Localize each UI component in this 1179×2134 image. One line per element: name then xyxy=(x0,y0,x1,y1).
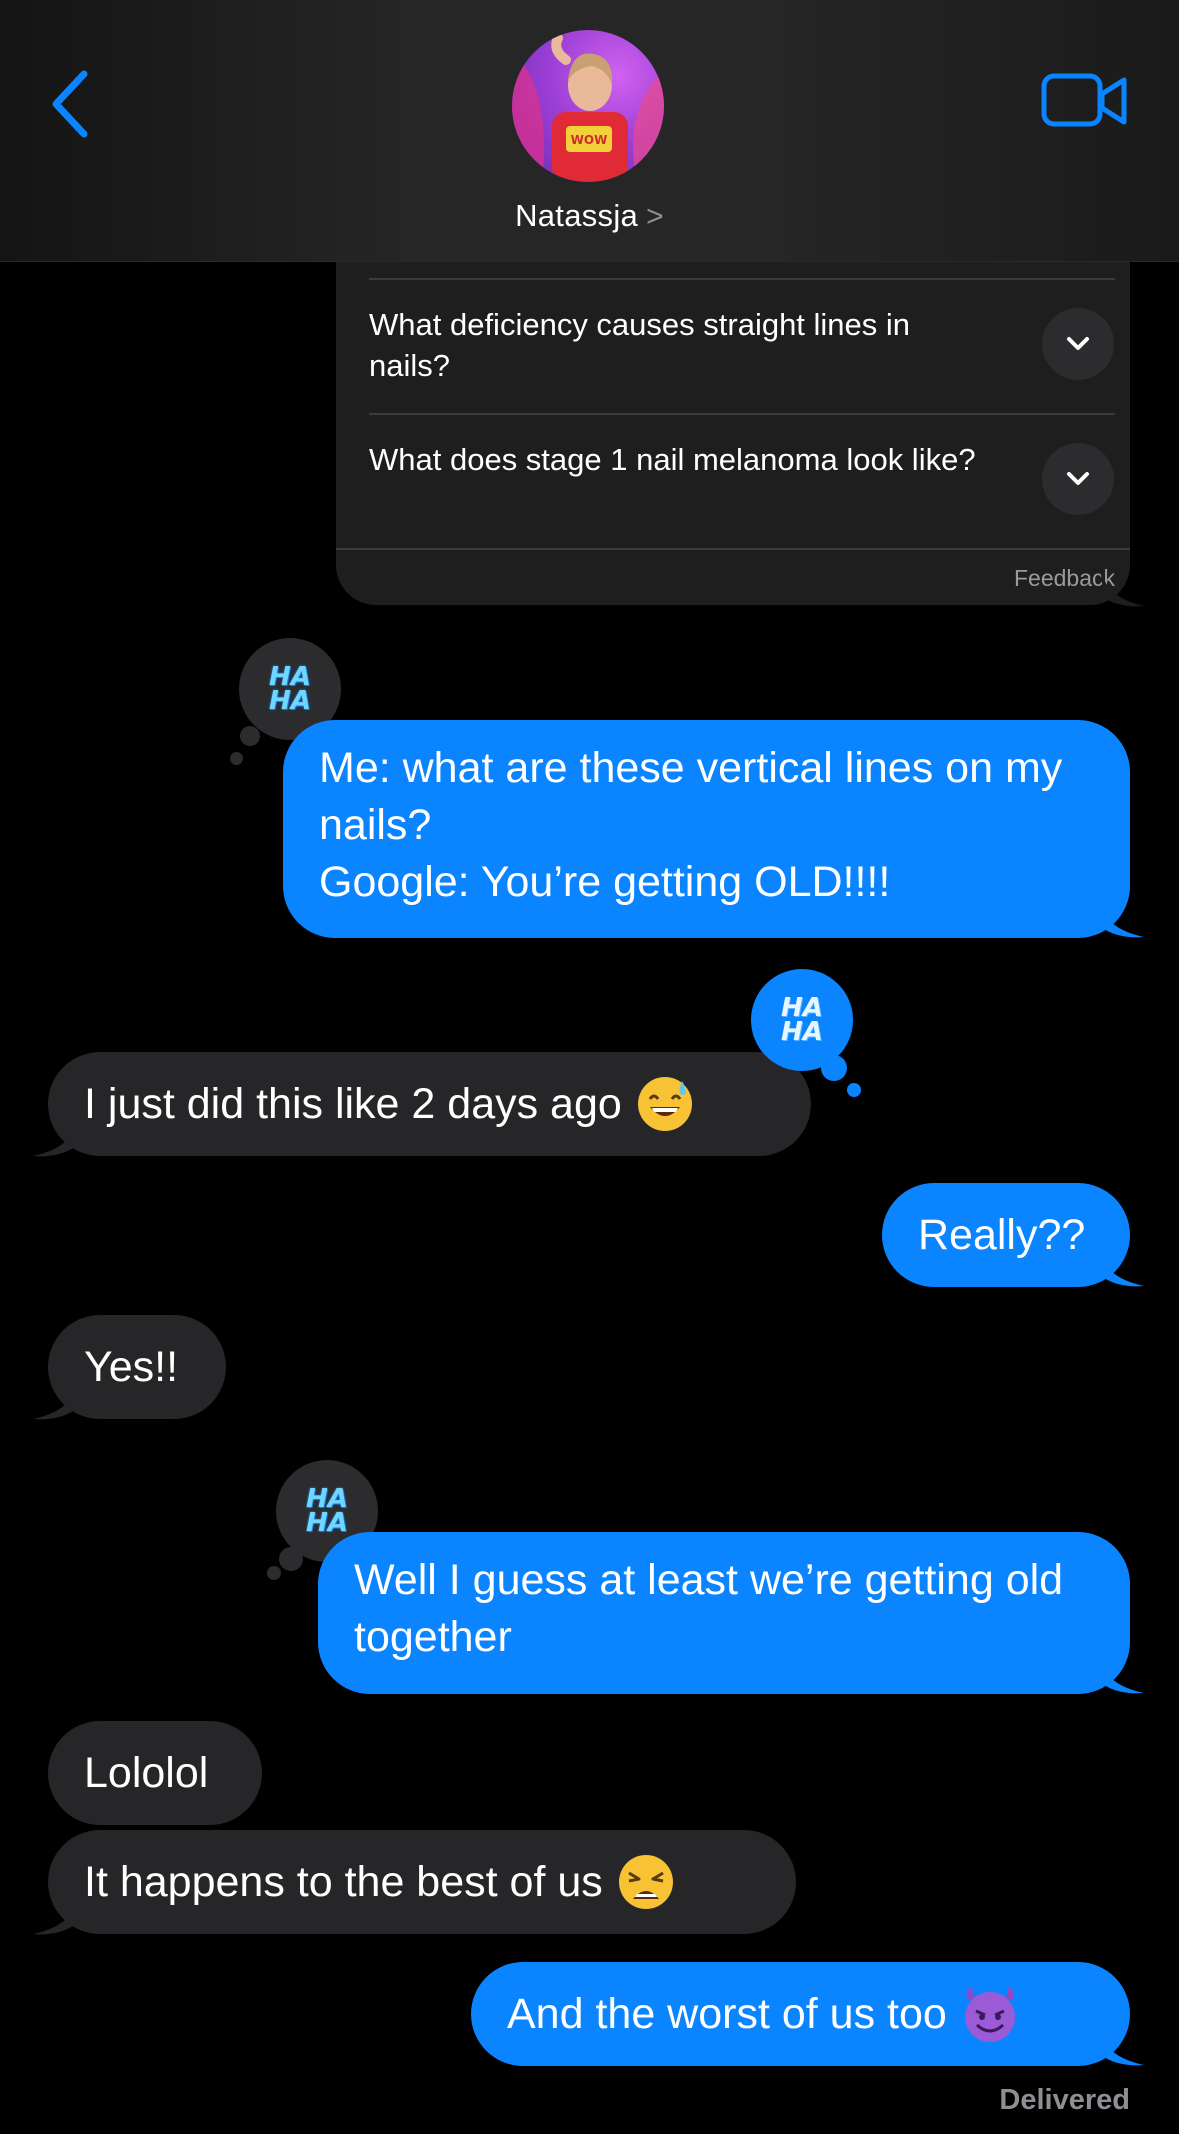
link-preview-card[interactable]: What deficiency causes straight lines in… xyxy=(336,240,1130,605)
message-text: Yes!! xyxy=(84,1342,179,1391)
weary-face-emoji xyxy=(617,1853,675,1911)
message-bubble-received[interactable]: It happens to the best of us xyxy=(48,1830,796,1934)
smiling-devil-emoji xyxy=(961,1985,1019,2043)
faq-expand-button-2[interactable] xyxy=(1042,443,1114,515)
grinning-sweat-emoji xyxy=(636,1075,694,1133)
bubble-tail xyxy=(1100,1659,1144,1694)
bubble-tail xyxy=(1100,568,1144,607)
contact-avatar[interactable]: WOW xyxy=(512,30,664,182)
faq-question-2[interactable]: What does stage 1 nail melanoma look lik… xyxy=(369,439,989,480)
message-bubble-received[interactable]: Yes!! xyxy=(48,1315,226,1419)
bubble-tail xyxy=(1100,903,1144,938)
haha-icon: HA HA xyxy=(781,993,823,1047)
message-bubble-sent[interactable]: And the worst of us too xyxy=(471,1962,1130,2066)
video-camera-icon xyxy=(1041,73,1127,127)
facetime-video-button[interactable] xyxy=(1040,70,1130,132)
message-text: I just did this like 2 days ago xyxy=(84,1079,622,1128)
message-bubble-sent[interactable]: Really?? xyxy=(882,1183,1130,1287)
tapback-bubble-dot xyxy=(240,726,260,746)
message-bubble-sent[interactable]: Me: what are these vertical lines on my … xyxy=(283,720,1130,938)
message-text: Well I guess at least we’re getting old … xyxy=(354,1556,1064,1661)
divider xyxy=(369,278,1115,280)
chevron-down-icon xyxy=(1067,472,1089,485)
faq-expand-button-1[interactable] xyxy=(1042,308,1114,380)
avatar-photo: WOW xyxy=(512,33,664,182)
message-text: Lololol xyxy=(84,1748,209,1797)
divider xyxy=(336,548,1130,550)
message-bubble-received[interactable]: Lololol xyxy=(48,1721,262,1825)
message-bubble-received[interactable]: I just did this like 2 days ago xyxy=(48,1052,811,1156)
svg-text:WOW: WOW xyxy=(571,133,608,147)
chevron-left-icon xyxy=(52,70,88,138)
tapback-bubble-dot xyxy=(279,1547,303,1571)
delivery-status: Delivered xyxy=(999,2084,1130,2116)
tapback-bubble-dot xyxy=(230,752,243,765)
message-text: It happens to the best of us xyxy=(84,1857,603,1906)
contact-name-label: Natassja xyxy=(515,198,639,233)
haha-icon: HA HA xyxy=(269,662,311,716)
haha-icon: HA HA xyxy=(306,1484,348,1538)
message-bubble-sent[interactable]: Well I guess at least we’re getting old … xyxy=(318,1532,1130,1694)
message-text: And the worst of us too xyxy=(507,1989,947,2038)
tapback-bubble-dot xyxy=(821,1055,847,1081)
back-button[interactable] xyxy=(44,64,104,144)
message-text: Really?? xyxy=(918,1210,1086,1259)
bubble-tail xyxy=(1100,1252,1144,1287)
divider xyxy=(369,413,1115,415)
tapback-bubble-dot xyxy=(267,1566,281,1580)
bubble-tail xyxy=(1100,2031,1144,2066)
chevron-right-icon: > xyxy=(646,200,664,233)
faq-question-1[interactable]: What deficiency causes straight lines in… xyxy=(369,304,989,386)
tapback-bubble-dot xyxy=(847,1083,861,1097)
chevron-down-icon xyxy=(1067,337,1089,350)
conversation-header: WOW Natassja > xyxy=(0,0,1179,262)
contact-name[interactable]: Natassja > xyxy=(0,198,1179,234)
